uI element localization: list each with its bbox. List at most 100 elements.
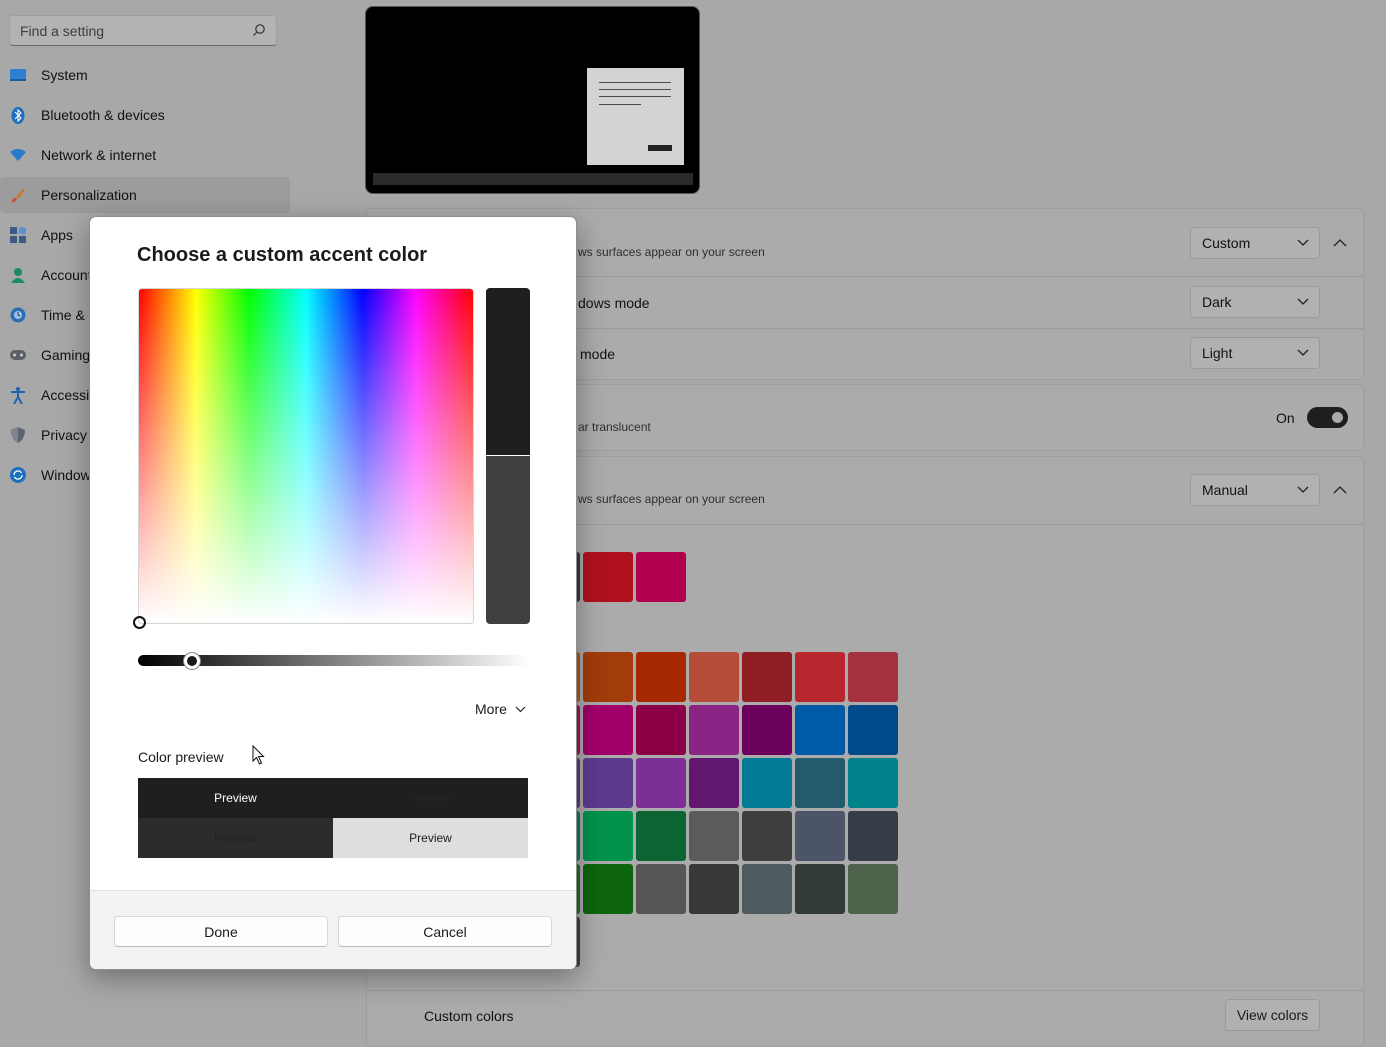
search-box[interactable] [9,15,277,46]
new-color-swatch [486,288,530,455]
accent-dropdown-value: Manual [1202,482,1248,498]
app-mode-dropdown[interactable]: Light [1190,337,1320,369]
chevron-up-icon[interactable] [1333,238,1347,248]
color-swatch[interactable] [583,652,633,702]
color-swatch[interactable] [742,652,792,702]
accessibility-icon [9,386,26,404]
preview-window [587,68,684,165]
color-swatch[interactable] [636,758,686,808]
preview-accent-on-dark-alt: Preview [138,818,333,858]
transparency-description: ar translucent [578,420,651,434]
chevron-down-icon [1297,298,1309,305]
color-swatch[interactable] [795,758,845,808]
preview-accent-on-dark: Preview [333,778,528,818]
sidebar-item-network[interactable]: Network & internet [0,137,290,173]
done-button[interactable]: Done [114,916,328,947]
color-swatch[interactable] [742,864,792,914]
update-icon [9,467,26,484]
sidebar-item-system[interactable]: System [0,57,290,93]
color-swatch[interactable] [689,705,739,755]
mode-dropdown-value: Custom [1202,235,1251,251]
color-swatch[interactable] [636,811,686,861]
color-swatch[interactable] [848,758,898,808]
sidebar-item-label: Personalization [41,187,137,203]
color-swatch[interactable] [583,811,633,861]
chevron-down-icon [515,706,526,712]
accent-description: ws surfaces appear on your screen [578,492,765,506]
color-swatch[interactable] [742,758,792,808]
theme-preview [365,6,700,194]
accent-dropdown[interactable]: Manual [1190,474,1320,506]
previous-color-swatch [486,456,530,624]
preview-taskbar [373,173,693,185]
sidebar-item-bluetooth[interactable]: Bluetooth & devices [0,97,290,133]
color-swatch[interactable] [636,864,686,914]
cancel-button[interactable]: Cancel [338,916,552,947]
system-icon [9,67,26,84]
color-swatch[interactable] [583,705,633,755]
chevron-up-icon[interactable] [1333,485,1347,495]
windows-mode-label: dows mode [578,295,650,311]
sidebar-item-label: System [41,67,88,83]
color-swatch[interactable] [795,652,845,702]
sidebar-item-label: Bluetooth & devices [41,107,165,123]
sidebar-item-label: Gaming [41,347,91,363]
color-swatch[interactable] [795,811,845,861]
preview-dark-on-accent: Preview [138,778,333,818]
dialog-footer: Done Cancel [90,890,576,969]
brush-icon [9,187,26,204]
bluetooth-icon [9,106,26,124]
sidebar-item-label: Network & internet [41,147,157,163]
color-swatch[interactable] [848,864,898,914]
preview-accent-on-light: Preview [333,818,528,858]
windows-mode-value: Dark [1202,294,1232,310]
spectrum-selector[interactable] [133,616,146,629]
color-swatch[interactable] [689,864,739,914]
color-swatch[interactable] [795,705,845,755]
mode-dropdown[interactable]: Custom [1190,227,1320,259]
transparency-state: On [1276,410,1295,426]
color-swatch[interactable] [689,652,739,702]
mode-description: ws surfaces appear on your screen [578,245,765,259]
wifi-icon [9,147,26,164]
transparency-toggle[interactable] [1307,407,1348,428]
custom-colors-label: Custom colors [424,1008,514,1024]
search-input[interactable] [20,22,248,40]
color-swatch[interactable] [848,705,898,755]
more-button[interactable]: More [475,701,526,717]
color-swatch[interactable] [848,811,898,861]
account-icon [9,267,26,284]
chevron-down-icon [1297,486,1309,493]
color-spectrum[interactable] [133,288,474,629]
recent-color-swatch[interactable] [636,552,686,602]
color-swatch[interactable] [636,705,686,755]
app-mode-value: Light [1202,345,1233,361]
color-swatch[interactable] [795,864,845,914]
sidebar-item-label: Apps [41,227,73,243]
windows-mode-dropdown[interactable]: Dark [1190,286,1320,318]
shield-icon [9,427,26,444]
more-label: More [475,701,507,717]
color-swatch[interactable] [583,758,633,808]
color-swatch[interactable] [689,758,739,808]
color-swatch[interactable] [583,864,633,914]
color-swatch[interactable] [848,652,898,702]
color-swatch[interactable] [742,705,792,755]
value-slider-thumb[interactable] [184,653,200,669]
apps-icon [9,227,26,244]
color-swatch[interactable] [636,652,686,702]
gamepad-icon [9,347,26,364]
app-mode-label: mode [580,346,616,362]
color-preview-label: Color preview [138,749,224,765]
search-icon[interactable] [252,23,266,37]
view-colors-button[interactable]: View colors [1225,999,1320,1031]
chevron-down-icon [1297,239,1309,246]
color-swatch[interactable] [689,811,739,861]
chevron-down-icon [1297,349,1309,356]
mouse-cursor-icon [252,745,265,765]
recent-color-swatch[interactable] [583,552,633,602]
dialog-title: Choose a custom accent color [137,244,428,266]
color-swatch[interactable] [742,811,792,861]
sidebar-item-personalization[interactable]: Personalization [0,177,290,213]
custom-accent-dialog: Choose a custom accent color More Color … [89,216,577,970]
